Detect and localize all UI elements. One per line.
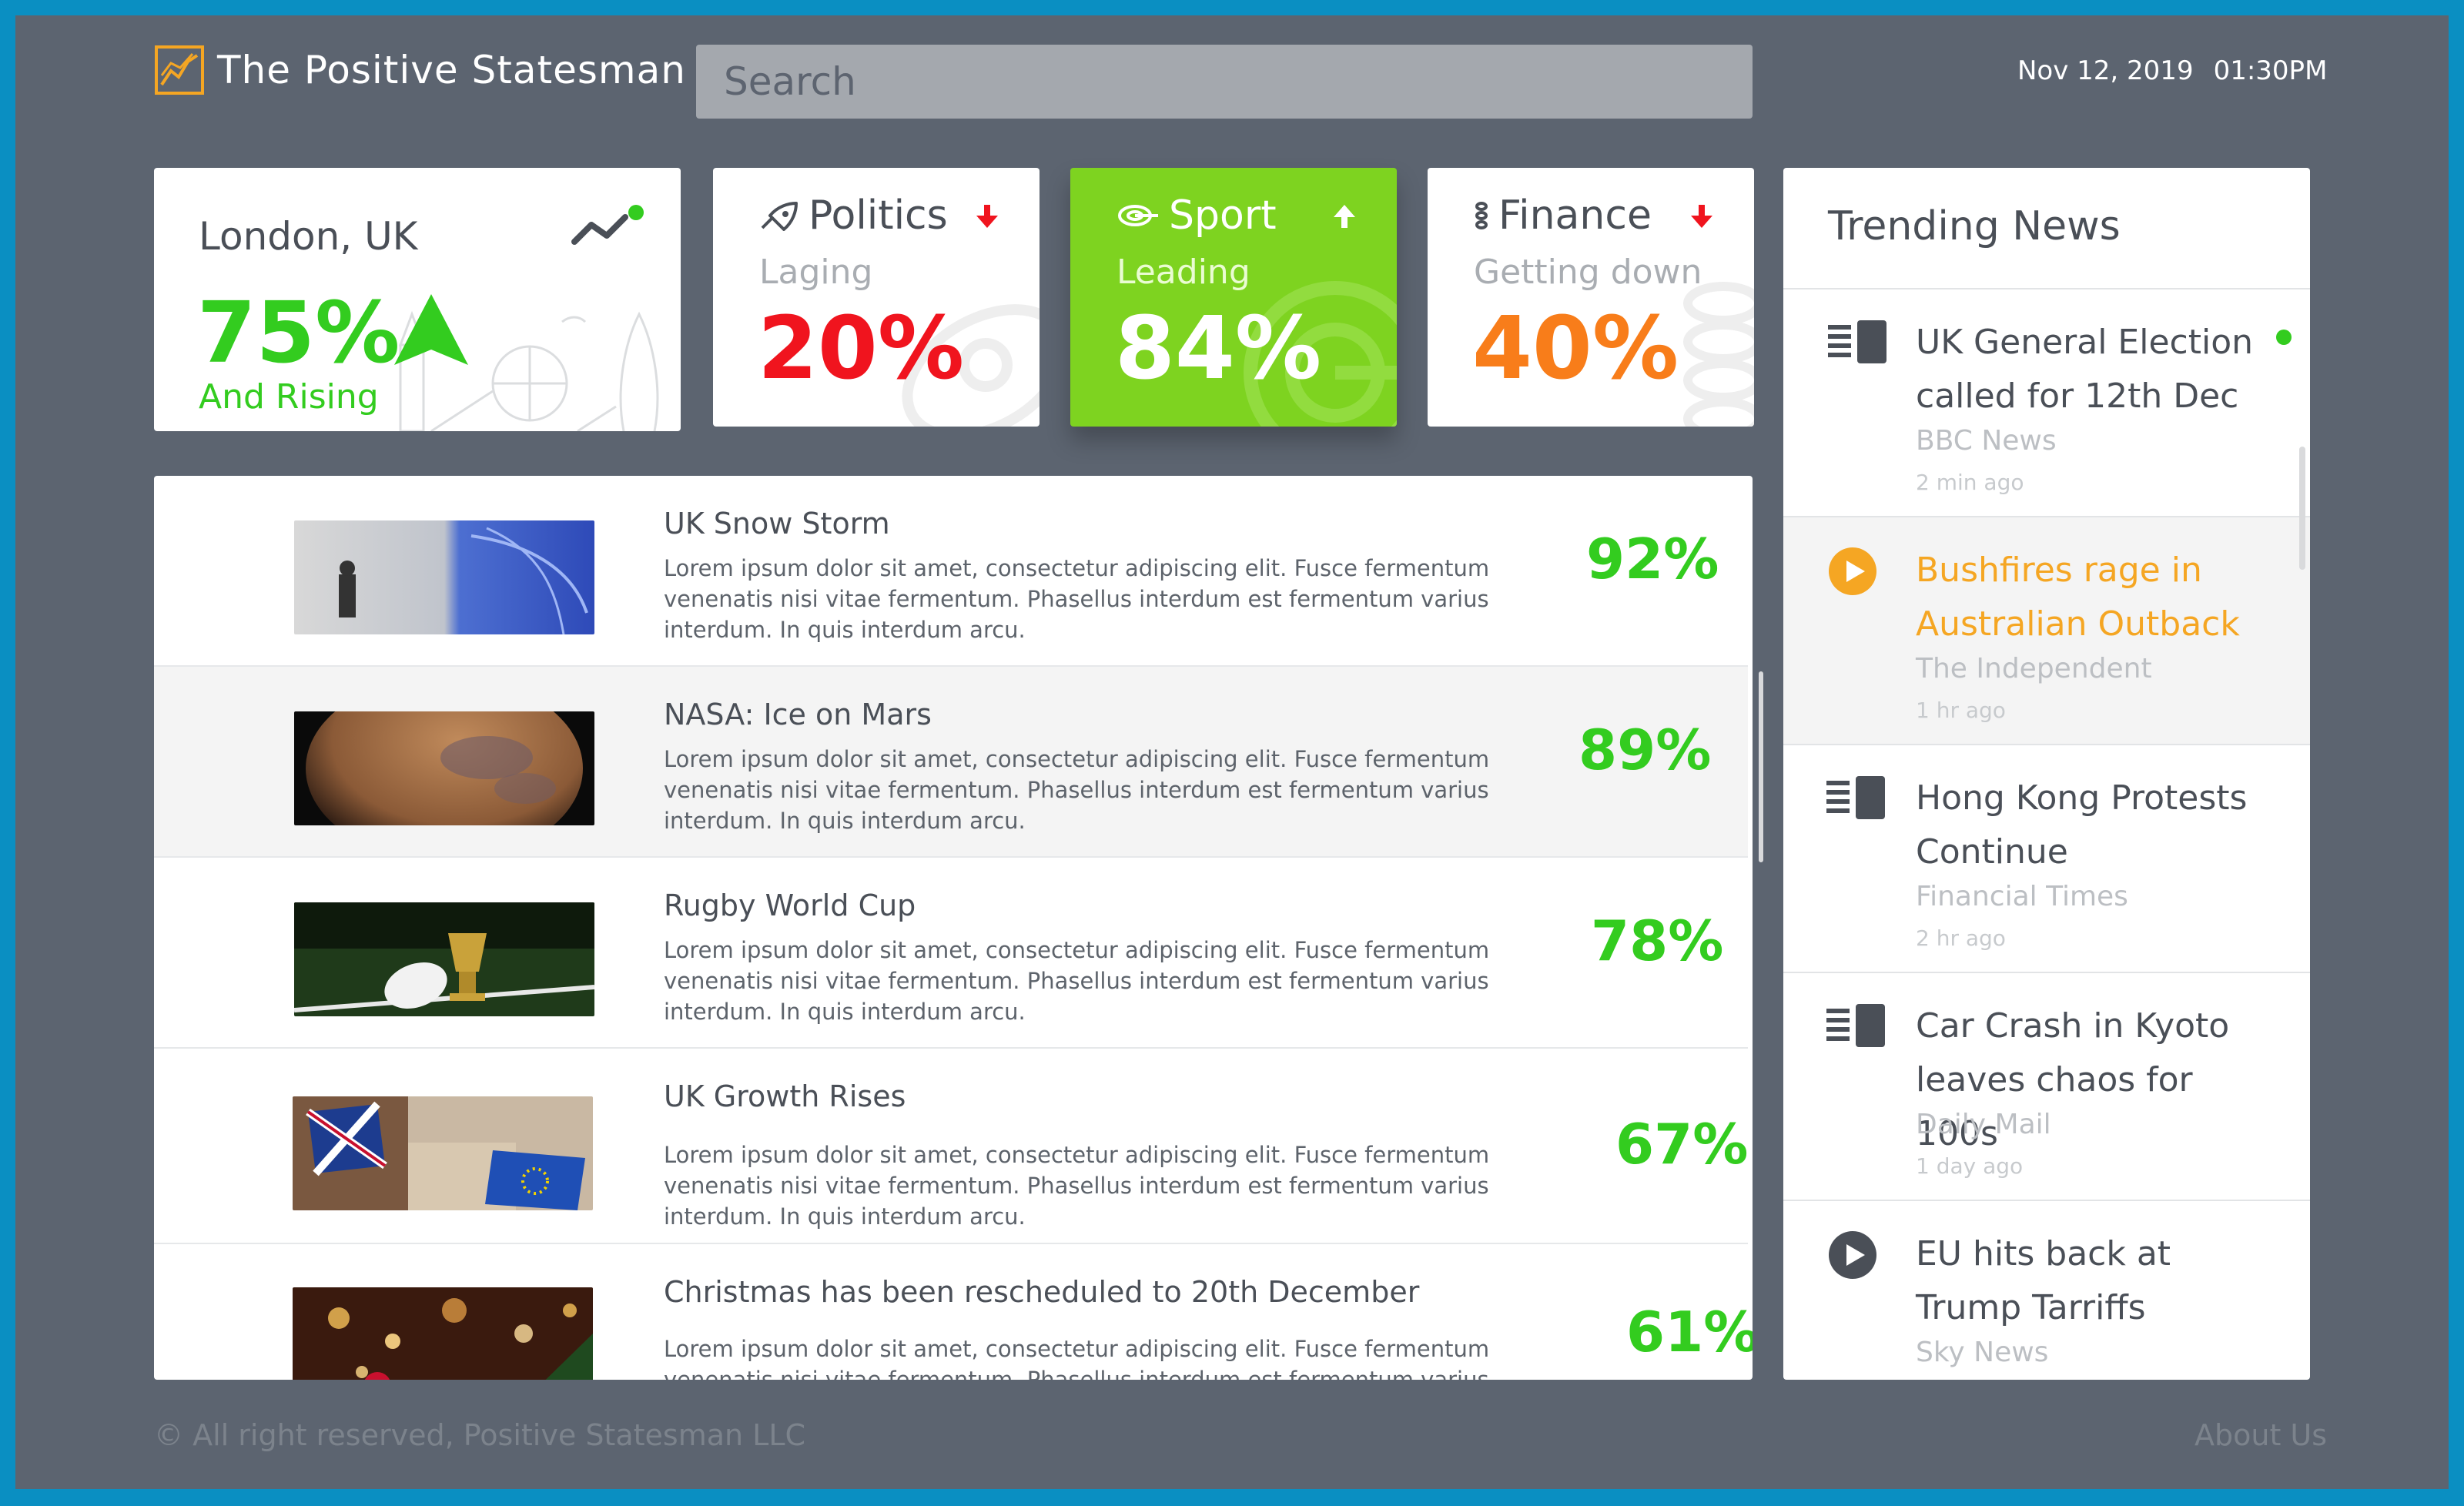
politics-percent: 20% — [758, 299, 965, 399]
search-input[interactable] — [696, 45, 1753, 119]
politics-title: Politics — [808, 192, 948, 239]
category-card-politics[interactable]: Politics Laging 20% — [713, 168, 1040, 427]
time-label: 01:30PM — [2213, 55, 2328, 86]
article-icon — [1826, 1004, 1885, 1047]
trending-item-time: 2 min ago — [1916, 470, 2024, 495]
trending-item[interactable]: Car Crash in Kyoto leaves chaos for 100s… — [1783, 973, 2310, 1201]
christmas-thumbnail[interactable] — [293, 1287, 593, 1380]
unread-indicator — [2276, 330, 2292, 345]
sport-percent: 84% — [1115, 299, 1322, 399]
finance-status: Getting down — [1474, 253, 1702, 292]
article-body: Lorem ipsum dolor sit amet, consectetur … — [664, 937, 1490, 1025]
trending-item[interactable]: EU hits back at Trump Tarriffs Sky News — [1783, 1201, 2310, 1380]
trending-header: Trending News — [1783, 168, 2310, 289]
article-title[interactable]: UK Snow Storm — [664, 507, 890, 540]
chart-logo-icon — [155, 45, 204, 95]
trending-item-time: 2 hr ago — [1916, 925, 2006, 951]
article-icon — [1828, 320, 1886, 363]
category-card-sport[interactable]: Sport Leading 84% — [1070, 168, 1397, 427]
trending-item-source: Daily Mail — [1916, 1109, 2051, 1140]
article-score: 89% — [1578, 718, 1712, 782]
article-body: Lorem ipsum dolor sit amet, consectetur … — [664, 1336, 1490, 1380]
weather-city: London, UK — [199, 214, 418, 259]
article-body: Lorem ipsum dolor sit amet, consectetur … — [664, 1142, 1490, 1230]
trending-item-title: UK General Election called for 12th Dec — [1916, 323, 2254, 416]
article-icon — [1826, 776, 1885, 819]
trending-item-title: Bushfires rage in Australian Outback — [1916, 551, 2240, 644]
weather-percent: 75% — [197, 283, 400, 382]
politics-status: Laging — [759, 253, 873, 292]
trending-item-source: BBC News — [1916, 425, 2057, 457]
target-icon — [1118, 205, 1158, 226]
rocket-icon — [761, 202, 798, 231]
trending-item-source: Sky News — [1916, 1337, 2049, 1368]
article-row[interactable]: UK Snow Storm Lorem ipsum dolor sit amet… — [154, 476, 1748, 667]
rising-arrow-icon — [394, 294, 468, 365]
trending-news-panel: Trending News UK General Election called… — [1783, 168, 2310, 1380]
logo[interactable]: The Positive Statesman — [154, 45, 686, 95]
sport-title: Sport — [1169, 192, 1277, 239]
app-title: The Positive Statesman — [217, 48, 686, 92]
article-score: 92% — [1586, 527, 1719, 591]
arrow-up-icon — [1334, 205, 1355, 228]
about-us-link[interactable]: About Us — [2194, 1418, 2327, 1452]
snow-storm-thumbnail[interactable] — [294, 520, 594, 634]
date-label: Nov 12, 2019 — [2017, 55, 2194, 86]
trending-item-title: EU hits back at Trump Tarriffs — [1916, 1234, 2171, 1327]
arrow-down-icon — [976, 205, 998, 228]
article-score: 78% — [1591, 909, 1724, 973]
trending-item[interactable]: UK General Election called for 12th Dec … — [1783, 289, 2310, 517]
datetime: Nov 12, 2019 01:30PM — [2017, 55, 2327, 86]
rugby-thumbnail[interactable] — [294, 902, 594, 1016]
article-row[interactable]: NASA: Ice on Mars Lorem ipsum dolor sit … — [154, 667, 1748, 858]
trending-scrollbar[interactable] — [2299, 447, 2305, 570]
trending-title: Trending News — [1828, 203, 2121, 249]
trending-item[interactable]: Bushfires rage in Australian Outback The… — [1783, 517, 2310, 745]
finance-title: Finance — [1498, 192, 1652, 239]
play-icon — [1829, 547, 1876, 595]
article-score: 61% — [1626, 1300, 1753, 1364]
coins-icon — [1475, 202, 1488, 229]
trending-item-source: Financial Times — [1916, 881, 2128, 912]
article-row[interactable]: UK Growth Rises Lorem ipsum dolor sit am… — [154, 1049, 1748, 1244]
article-title[interactable]: NASA: Ice on Mars — [664, 698, 932, 731]
trending-item[interactable]: Hong Kong Protests Continue Financial Ti… — [1783, 745, 2310, 973]
article-body: Lorem ipsum dolor sit amet, consectetur … — [664, 555, 1490, 643]
finance-header: Finance — [1474, 192, 1652, 239]
play-icon — [1829, 1231, 1876, 1279]
category-card-finance[interactable]: Finance Getting down 40% — [1428, 168, 1754, 427]
mars-thumbnail[interactable] — [294, 711, 594, 825]
finance-percent: 40% — [1472, 299, 1679, 399]
arrow-down-icon — [1691, 205, 1712, 228]
trending-item-time: 1 day ago — [1916, 1153, 2024, 1179]
politics-header: Politics — [759, 192, 948, 239]
app-frame: The Positive Statesman Nov 12, 2019 01:30… — [15, 15, 2449, 1489]
trending-item-source: The Independent — [1916, 653, 2152, 684]
article-row[interactable]: Christmas has been rescheduled to 20th D… — [154, 1244, 1753, 1380]
article-list: UK Snow Storm Lorem ipsum dolor sit amet… — [154, 476, 1753, 1380]
trend-line-icon — [571, 205, 644, 245]
article-title[interactable]: Rugby World Cup — [664, 889, 916, 922]
uk-growth-thumbnail[interactable] — [293, 1096, 593, 1210]
article-body: Lorem ipsum dolor sit amet, consectetur … — [664, 746, 1490, 834]
sport-header: Sport — [1116, 192, 1277, 239]
weather-subtitle: And Rising — [199, 377, 379, 417]
article-row[interactable]: Rugby World Cup Lorem ipsum dolor sit am… — [154, 858, 1748, 1049]
trending-item-title: Hong Kong Protests Continue — [1916, 778, 2248, 872]
footer-copyright: © All right reserved, Positive Statesman… — [154, 1418, 806, 1452]
article-title[interactable]: UK Growth Rises — [664, 1079, 906, 1113]
weather-card[interactable]: London, UK 75% And Rising — [154, 168, 681, 431]
sport-status: Leading — [1116, 253, 1250, 292]
trending-item-time: 1 hr ago — [1916, 698, 2006, 723]
article-score: 67% — [1615, 1112, 1749, 1176]
article-title[interactable]: Christmas has been rescheduled to 20th D… — [664, 1275, 1419, 1309]
article-list-scrollbar[interactable] — [1759, 671, 1763, 862]
